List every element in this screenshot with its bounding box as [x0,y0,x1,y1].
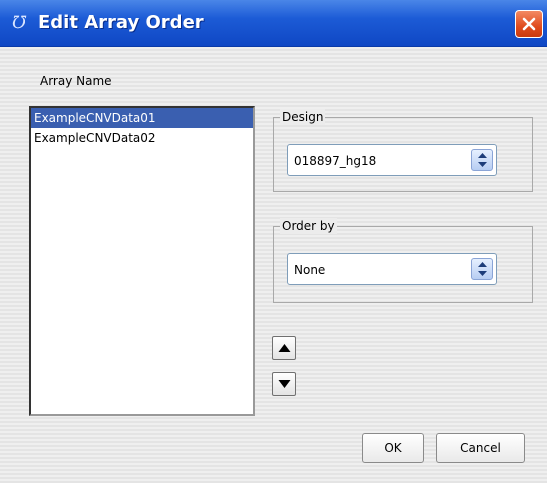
ok-button[interactable]: OK [362,433,424,463]
order-by-select[interactable]: None [287,253,497,285]
move-up-button[interactable] [272,336,296,360]
list-item[interactable]: ExampleCNVData02 [31,128,253,148]
order-by-select-arrows[interactable] [471,258,493,280]
close-button[interactable] [515,10,543,38]
list-item-label: ExampleCNVData02 [34,131,156,145]
list-item[interactable]: ExampleCNVData01 [31,108,253,128]
cancel-button[interactable]: Cancel [436,433,525,463]
close-icon [522,17,536,31]
triangle-down-icon [278,380,291,388]
array-name-label: Array Name [40,74,112,88]
order-by-legend: Order by [280,218,337,234]
design-select-arrows[interactable] [471,149,493,171]
design-select[interactable]: 018897_hg18 [287,144,497,176]
triangle-up-icon [278,344,291,352]
up-down-arrows-icon [478,262,487,276]
edit-array-order-dialog: ℧ Edit Array Order Array Name ExampleCNV… [0,0,547,483]
array-list[interactable]: ExampleCNVData01 ExampleCNVData02 [29,106,255,416]
app-glyph-icon: ℧ [12,13,27,33]
up-down-arrows-icon [478,153,487,167]
window-title: Edit Array Order [38,12,204,33]
design-legend: Design [280,109,326,125]
title-bar[interactable]: ℧ Edit Array Order [0,0,547,47]
list-item-label: ExampleCNVData01 [34,111,156,125]
move-down-button[interactable] [272,372,296,396]
design-select-value: 018897_hg18 [294,154,377,168]
order-by-select-value: None [294,263,326,277]
